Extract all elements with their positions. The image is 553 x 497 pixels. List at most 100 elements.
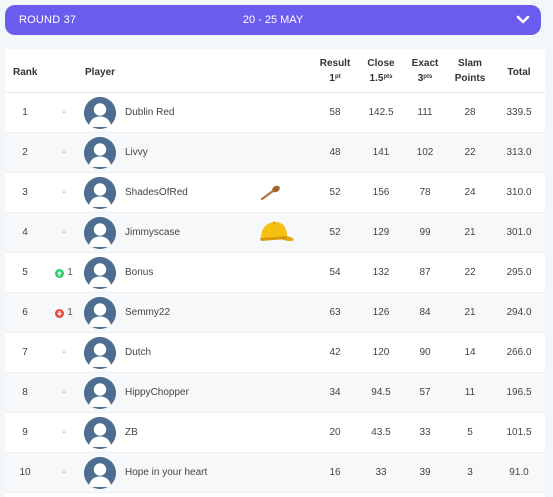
result-points: 63 — [329, 307, 341, 318]
table-row[interactable]: 7 - Dutch 42 120 90 14 266.0 — [5, 333, 545, 373]
total-points: 339.5 — [506, 107, 532, 118]
avatar[interactable] — [84, 297, 116, 329]
exact-points: 99 — [419, 227, 431, 238]
player-name[interactable]: ZB — [125, 413, 138, 453]
total-points: 266.0 — [506, 347, 532, 358]
slam-points: 21 — [464, 307, 476, 318]
total-points: 294.0 — [506, 307, 532, 318]
avatar[interactable] — [84, 257, 116, 289]
col-close-pts: 1.5 — [369, 73, 384, 84]
table-row[interactable]: 6 1 Semmy22 63 126 84 21 294.0 — [5, 293, 545, 333]
result-points: 48 — [329, 147, 341, 158]
close-points: 132 — [372, 267, 390, 278]
yellow-cap-icon — [257, 220, 295, 249]
close-points: 126 — [372, 307, 390, 318]
result-points: 34 — [329, 387, 341, 398]
result-points: 20 — [329, 427, 341, 438]
player-name[interactable]: Jimmyscase — [125, 213, 180, 253]
table-row[interactable]: 4 - Jimmyscase 52 129 99 21 301.0 — [5, 213, 545, 253]
rank-movement: - — [49, 93, 79, 133]
avatar[interactable] — [84, 97, 116, 129]
result-points: 58 — [329, 107, 341, 118]
player-name[interactable]: Semmy22 — [125, 293, 170, 333]
rank-movement: - — [49, 453, 79, 493]
table-row[interactable]: 2 - Livvy 48 141 102 22 313.0 — [5, 133, 545, 173]
avatar[interactable] — [84, 457, 116, 489]
exact-points: 84 — [419, 307, 431, 318]
rank-movement: 1 — [49, 253, 79, 293]
rank-movement-value: 1 — [67, 307, 73, 318]
col-exact-header: Exact 3pts — [405, 56, 445, 86]
avatar[interactable] — [84, 217, 116, 249]
close-points: 156 — [372, 187, 390, 198]
rank-value: 5 — [22, 267, 28, 278]
arrow-down-icon — [55, 308, 65, 318]
total-points: 313.0 — [506, 147, 532, 158]
rank-movement-value: - — [62, 467, 66, 478]
exact-points: 33 — [419, 427, 431, 438]
slam-points: 5 — [467, 427, 473, 438]
result-points: 42 — [329, 347, 341, 358]
col-slam-title: Slam — [458, 58, 482, 69]
player-name[interactable]: Dutch — [125, 333, 151, 373]
rank-movement-value: - — [62, 187, 66, 198]
close-points: 120 — [372, 347, 390, 358]
rank-movement: - — [49, 373, 79, 413]
exact-points: 90 — [419, 347, 431, 358]
exact-points: 102 — [416, 147, 434, 158]
total-points: 196.5 — [506, 387, 532, 398]
col-close-title: Close — [367, 58, 395, 69]
exact-points: 78 — [419, 187, 431, 198]
rank-value: 1 — [22, 107, 28, 118]
leaderboard-table: Rank Player Result 1pt Close 1.5pts Exac… — [5, 49, 545, 497]
rank-movement-value: - — [62, 107, 66, 118]
col-result-title: Result — [319, 58, 351, 69]
table-header: Rank Player Result 1pt Close 1.5pts Exac… — [5, 49, 545, 93]
slam-points: 14 — [464, 347, 476, 358]
player-name[interactable]: HippyChopper — [125, 373, 189, 413]
rank-value: 9 — [22, 427, 28, 438]
result-points: 52 — [329, 187, 341, 198]
col-total-header: Total — [507, 67, 531, 78]
avatar[interactable] — [84, 137, 116, 169]
col-rank-header: Rank — [13, 67, 38, 78]
avatar[interactable] — [84, 377, 116, 409]
avatar[interactable] — [84, 417, 116, 449]
close-points: 142.5 — [368, 107, 394, 118]
exact-points: 111 — [417, 107, 433, 118]
close-points: 43.5 — [371, 427, 391, 438]
player-name[interactable]: Dublin Red — [125, 93, 174, 133]
avatar[interactable] — [84, 177, 116, 209]
table-row[interactable]: 9 - ZB 20 43.5 33 5 101.5 — [5, 413, 545, 453]
player-name[interactable]: Bonus — [125, 253, 153, 293]
table-row[interactable]: 1 - Dublin Red 58 142.5 111 28 339.5 — [5, 93, 545, 133]
rank-movement-value: - — [62, 227, 66, 238]
table-row[interactable]: 8 - HippyChopper 34 94.5 57 11 196.5 — [5, 373, 545, 413]
rank-movement: - — [49, 173, 79, 213]
chevron-down-icon[interactable] — [513, 10, 533, 30]
total-points: 310.0 — [506, 187, 532, 198]
player-name[interactable]: ShadesOfRed — [125, 173, 188, 213]
rank-movement: 1 — [49, 293, 79, 333]
rank-movement: - — [49, 133, 79, 173]
result-points: 52 — [329, 227, 341, 238]
wooden-spoon-icon — [259, 185, 281, 204]
exact-points: 39 — [419, 467, 431, 478]
player-name[interactable]: Livvy — [125, 133, 148, 173]
result-points: 54 — [329, 267, 341, 278]
slam-points: 22 — [464, 147, 476, 158]
col-close-header: Close 1.5pts — [361, 56, 401, 86]
close-points: 129 — [372, 227, 390, 238]
slam-points: 22 — [464, 267, 476, 278]
slam-points: 28 — [464, 107, 476, 118]
col-close-sup: pts — [383, 74, 393, 80]
player-name[interactable]: Hope in your heart — [125, 453, 207, 493]
avatar[interactable] — [84, 337, 116, 369]
round-selector[interactable]: ROUND 37 20 - 25 MAY — [5, 5, 541, 35]
table-row[interactable]: 3 - ShadesOfRed 52 156 78 24 310.0 — [5, 173, 545, 213]
table-row[interactable]: 5 1 Bonus 54 132 87 22 295.0 — [5, 253, 545, 293]
table-row[interactable]: 10 - Hope in your heart 16 33 39 3 91.0 — [5, 453, 545, 493]
rank-value: 2 — [22, 147, 28, 158]
rank-value: 3 — [22, 187, 28, 198]
col-slam-header: Slam Points — [450, 56, 490, 86]
